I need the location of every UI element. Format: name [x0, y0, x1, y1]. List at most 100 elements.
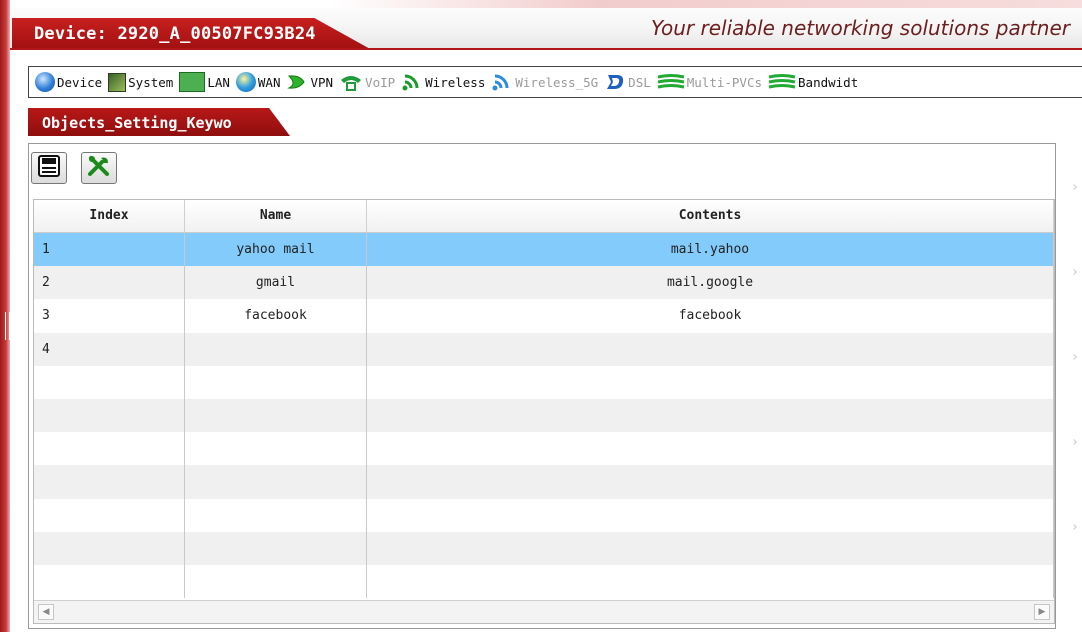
table-row[interactable]: 1 yahoo mail mail.yahoo: [34, 233, 1054, 267]
menu-label: VPN: [310, 74, 334, 90]
cell-name: [185, 498, 367, 532]
menu-wireless-5g[interactable]: Wireless_5G: [491, 72, 598, 92]
table-row[interactable]: [34, 432, 1054, 466]
cell-name: facebook: [185, 299, 367, 333]
table-row[interactable]: [34, 498, 1054, 532]
cell-name: [185, 398, 367, 433]
cell-name: yahoo mail: [185, 233, 367, 267]
cell-index: [34, 531, 185, 565]
menu-label: VoIP: [365, 74, 396, 90]
header-divider: [10, 48, 1082, 50]
voip-icon: [339, 72, 363, 92]
menu-label: Device: [57, 74, 103, 90]
menu-label: LAN: [207, 74, 230, 90]
table-row[interactable]: 3 facebook facebook: [34, 299, 1054, 333]
edge-tick: [1071, 269, 1077, 275]
cell-contents: [367, 564, 1054, 599]
edge-tick: [1071, 184, 1077, 190]
cell-index: [34, 465, 185, 499]
cell-contents: [367, 465, 1054, 499]
system-icon: [108, 72, 127, 92]
column-header-index[interactable]: Index: [34, 200, 185, 232]
table-row[interactable]: [34, 365, 1054, 399]
cell-index: [34, 564, 185, 599]
cell-contents: mail.google: [367, 266, 1054, 300]
save-button[interactable]: [31, 152, 67, 184]
table-row[interactable]: [34, 564, 1054, 599]
table-header: Index Name Contents: [34, 200, 1054, 233]
cell-index: 1: [34, 233, 185, 267]
table-row[interactable]: [34, 531, 1054, 565]
menu-label: Multi-PVCs: [686, 74, 763, 90]
bandwidth-icon: [768, 72, 796, 92]
menu-system[interactable]: System: [108, 72, 173, 92]
horizontal-scrollbar[interactable]: ◀ ▶: [34, 600, 1054, 623]
cell-contents: facebook: [367, 299, 1054, 333]
column-header-contents[interactable]: Contents: [367, 200, 1054, 232]
cell-contents: mail.yahoo: [367, 233, 1054, 267]
cell-contents: [367, 332, 1054, 366]
menu-device[interactable]: Device: [35, 72, 102, 92]
wan-icon: [235, 72, 256, 92]
main-menu-toolbar: Device System LAN WAN VPN VoIP Wireless …: [28, 66, 1082, 98]
cell-contents: [367, 531, 1054, 565]
left-edge-strip: [0, 0, 10, 632]
app-header: Device: 2920_A_00507FC93B24 Your reliabl…: [10, 0, 1082, 50]
cell-index: 3: [34, 299, 185, 333]
menu-label: WAN: [257, 74, 281, 90]
tagline: Your reliable networking solutions partn…: [650, 16, 1070, 40]
keyword-objects-panel: Index Name Contents 1 yahoo mail mail.yaho…: [28, 143, 1056, 629]
lan-icon: [179, 72, 206, 92]
cell-contents: [367, 498, 1054, 532]
cell-name: [185, 432, 367, 466]
device-title: Device: 2920_A_00507FC93B24: [34, 24, 316, 44]
menu-bandwidth[interactable]: Bandwidt: [768, 72, 858, 92]
table-row[interactable]: 4: [34, 332, 1054, 366]
section-title: Objects_Setting_Keywo: [42, 114, 232, 132]
menu-lan[interactable]: LAN: [179, 72, 230, 92]
cell-name: [185, 365, 367, 399]
cell-index: [34, 432, 185, 466]
column-header-name[interactable]: Name: [185, 200, 367, 232]
menu-wan[interactable]: WAN: [235, 72, 281, 92]
tools-icon: [86, 154, 112, 182]
globe-icon: [35, 72, 55, 92]
wireless-icon: [401, 72, 423, 92]
cell-index: 2: [34, 266, 185, 300]
table-row[interactable]: 2 gmail mail.google: [34, 266, 1054, 300]
dsl-icon: [604, 72, 626, 92]
table-body: 1 yahoo mail mail.yahoo 2 gmail mail.google 3 f…: [34, 233, 1054, 599]
cell-name: [185, 564, 367, 599]
menu-multi-pvcs[interactable]: Multi-PVCs: [657, 72, 762, 92]
table-row[interactable]: [34, 398, 1054, 433]
menu-label: Bandwidt: [798, 74, 859, 90]
scroll-right-icon[interactable]: ▶: [1034, 604, 1050, 620]
multi-pvcs-icon: [657, 72, 685, 92]
cell-index: [34, 365, 185, 399]
keyword-table: Index Name Contents 1 yahoo mail mail.yaho…: [33, 199, 1055, 624]
menu-wireless[interactable]: Wireless: [401, 72, 485, 92]
edge-tick: [1071, 439, 1077, 445]
scroll-left-icon[interactable]: ◀: [38, 604, 54, 620]
menu-vpn[interactable]: VPN: [286, 72, 333, 92]
vpn-icon: [286, 72, 308, 92]
settings-button[interactable]: [81, 152, 117, 184]
cell-name: [185, 465, 367, 499]
menu-dsl[interactable]: DSL: [604, 72, 651, 92]
cell-contents: [367, 365, 1054, 399]
edge-tick: [1071, 524, 1077, 530]
table-row[interactable]: [34, 465, 1054, 499]
save-icon: [37, 155, 61, 181]
cell-index: [34, 498, 185, 532]
cell-index: [34, 398, 185, 433]
menu-label: Wireless_5G: [515, 74, 599, 90]
resize-grip-icon[interactable]: [5, 312, 10, 340]
cell-name: gmail: [185, 266, 367, 300]
cell-contents: [367, 398, 1054, 433]
cell-contents: [367, 432, 1054, 466]
cell-name: [185, 332, 367, 366]
header-shade: [10, 0, 1082, 8]
menu-voip[interactable]: VoIP: [339, 72, 395, 92]
cell-name: [185, 531, 367, 565]
panel-toolbar: [31, 152, 117, 190]
